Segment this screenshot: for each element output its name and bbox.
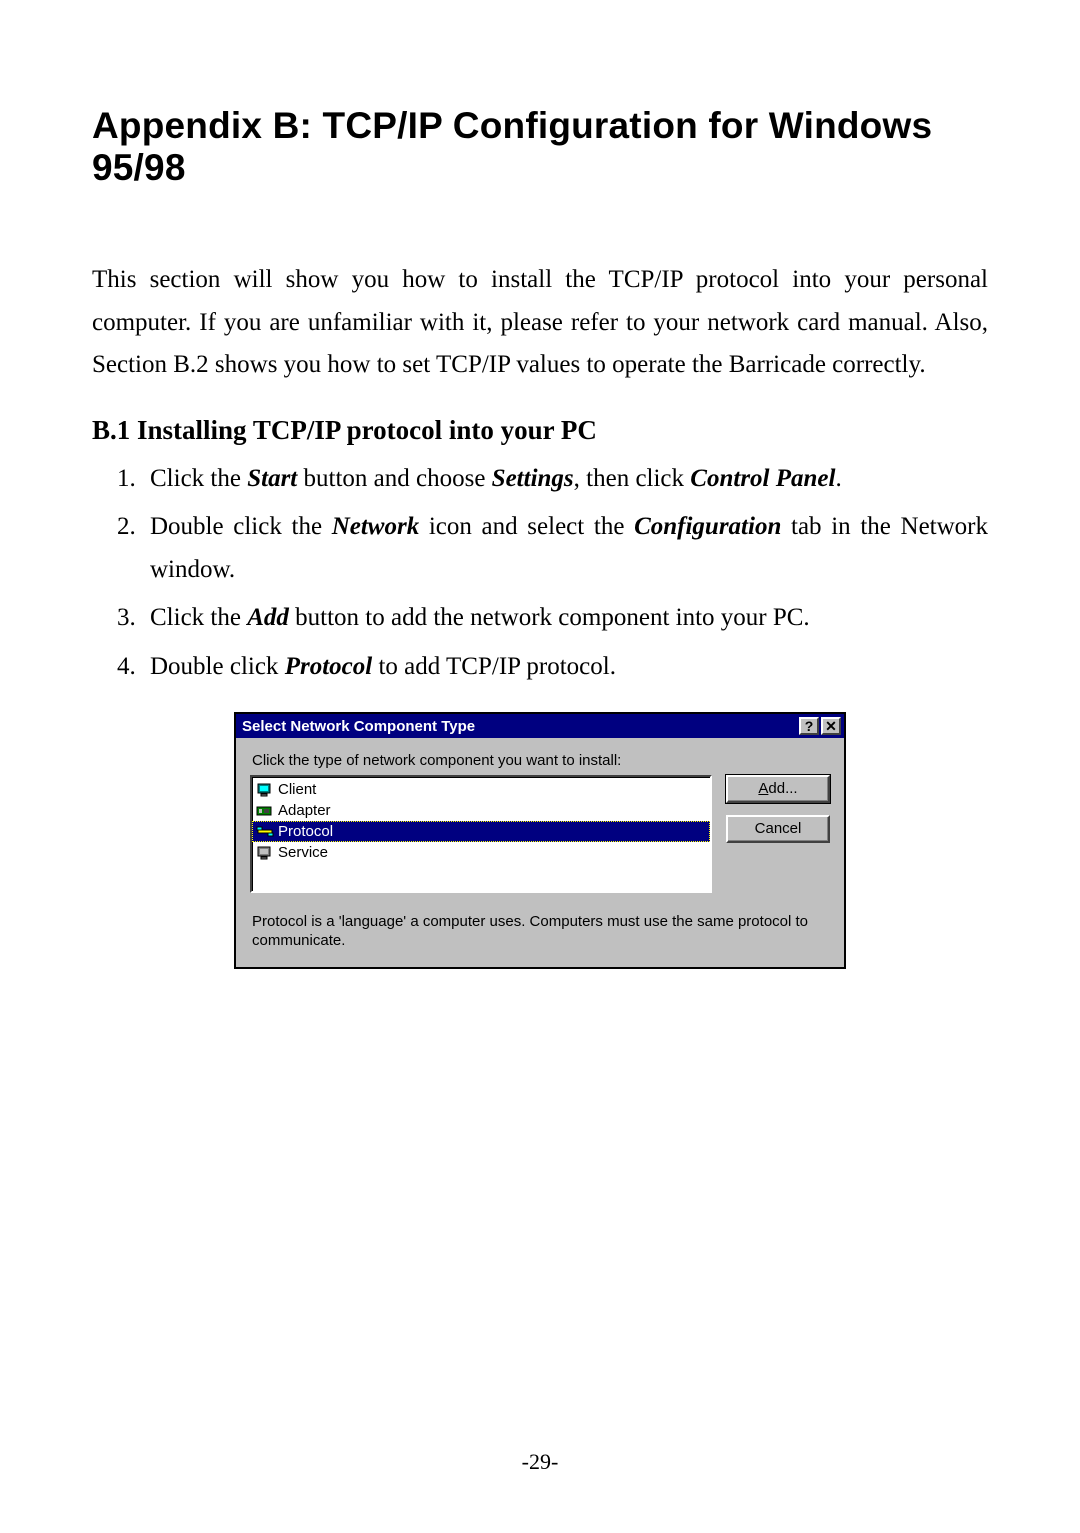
client-icon	[256, 782, 274, 798]
dialog-instruction: Click the type of network component you …	[252, 752, 830, 769]
list-item-label: Service	[278, 844, 328, 861]
list-item-adapter[interactable]: Adapter	[252, 800, 710, 821]
component-type-listbox[interactable]: Client Adapter Protocol Service	[250, 775, 712, 893]
service-icon	[256, 845, 274, 861]
close-button[interactable]: ✕	[821, 717, 841, 735]
dialog-title: Select Network Component Type	[242, 718, 797, 735]
step-2: Double click the Network icon and select…	[142, 506, 988, 591]
step-4: Double click Protocol to add TCP/IP prot…	[142, 646, 988, 689]
cancel-button[interactable]: Cancel	[726, 815, 830, 843]
list-item-label: Client	[278, 781, 316, 798]
step-3: Click the Add button to add the network …	[142, 597, 988, 640]
step-1: Click the Start button and choose Settin…	[142, 458, 988, 501]
protocol-icon	[256, 824, 274, 840]
list-item-client[interactable]: Client	[252, 779, 710, 800]
list-item-service[interactable]: Service	[252, 842, 710, 863]
list-item-label: Adapter	[278, 802, 331, 819]
intro-paragraph: This section will show you how to instal…	[92, 259, 988, 387]
dialog-titlebar[interactable]: Select Network Component Type ? ✕	[236, 714, 844, 738]
page-title: Appendix B: TCP/IP Configuration for Win…	[92, 105, 988, 189]
step-list: Click the Start button and choose Settin…	[92, 458, 988, 689]
adapter-icon	[256, 803, 274, 819]
add-button[interactable]: Add...	[726, 775, 830, 803]
list-item-protocol[interactable]: Protocol	[252, 821, 710, 842]
list-item-label: Protocol	[278, 823, 333, 840]
section-heading: B.1 Installing TCP/IP protocol into your…	[92, 415, 988, 446]
dialog-select-network-component-type: Select Network Component Type ? ✕ Click …	[234, 712, 846, 969]
dialog-description: Protocol is a 'language' a computer uses…	[252, 913, 828, 951]
page-number: -29-	[0, 1449, 1080, 1475]
help-button[interactable]: ?	[799, 717, 819, 735]
